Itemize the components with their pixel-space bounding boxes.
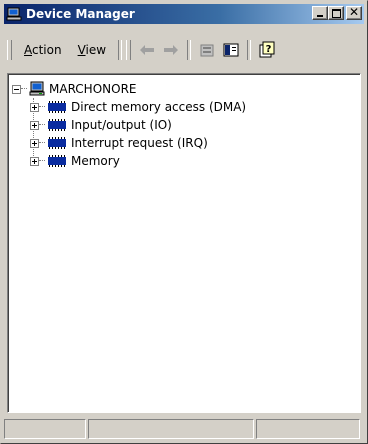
tree-dots [39,106,45,108]
computer-icon [29,81,45,96]
expand-toggle[interactable] [30,102,39,112]
properties-icon [200,44,214,57]
close-button[interactable]: ✕ [346,5,362,20]
tree-item-label: Direct memory access (DMA) [71,100,247,114]
svg-text:?: ? [266,44,272,55]
toolbar-separator-2 [187,40,192,60]
status-pane-1 [4,419,86,439]
expand-toggle[interactable] [30,156,39,166]
expand-toggle[interactable] [30,138,39,148]
device-tree: MARCHONORE Direct memory access (DMA) In… [12,80,246,170]
status-pane-2 [88,419,254,439]
menu-view-rest: iew [85,43,107,57]
toolbar-grip[interactable] [7,40,12,60]
tree-item-memory[interactable]: Memory [12,152,246,170]
toolbar-grip-2[interactable] [126,40,132,60]
window-title: Device Manager [26,7,135,21]
title-bar[interactable]: Device Manager ✕ [4,4,364,24]
toolbar-separator [118,40,123,60]
status-pane-3 [256,419,360,439]
menu-toolbar: Action View ? [4,37,364,63]
collapse-toggle[interactable] [12,84,21,94]
forward-button[interactable] [159,39,183,61]
help-button[interactable]: ? [255,39,279,61]
status-bar [4,419,364,441]
properties-button[interactable] [195,39,219,61]
close-icon: ✕ [348,5,360,19]
device-tree-pane[interactable]: MARCHONORE Direct memory access (DMA) In… [7,73,361,413]
tree-item-irq[interactable]: Interrupt request (IRQ) [12,134,246,152]
tree-item-label: Interrupt request (IRQ) [71,136,208,150]
memory-chip-icon [48,137,66,149]
memory-chip-icon [48,101,66,113]
tree-root-label: MARCHONORE [49,82,137,96]
tree-dots [39,124,45,126]
maximize-button[interactable] [328,6,344,20]
memory-chip-icon [48,155,66,167]
back-button[interactable] [135,39,159,61]
menu-view[interactable]: View [70,43,114,57]
forward-arrow-icon [164,45,179,55]
tree-item-dma[interactable]: Direct memory access (DMA) [12,98,246,116]
menu-action-rest: ction [32,43,62,57]
memory-chip-icon [48,119,66,131]
tree-dots [39,142,45,144]
computer-icon [6,7,22,21]
minimize-button[interactable] [312,6,328,20]
caption-buttons: ✕ [312,5,362,20]
toolbar-separator-3 [247,40,252,60]
menu-view-accel: V [77,43,86,57]
menu-action[interactable]: Action [16,43,70,57]
tree-dots [21,88,27,90]
menu-action-accel: A [24,43,32,57]
tree-dots [39,160,45,162]
maximize-icon [332,9,341,18]
console-tree-icon [223,43,239,57]
tree-item-label: Memory [71,154,120,168]
device-manager-window: Device Manager ✕ Action View ? MARCHONOR… [0,0,368,444]
show-hide-console-tree-button[interactable] [219,39,243,61]
minimize-icon [317,15,323,17]
back-arrow-icon [140,45,155,55]
expand-toggle[interactable] [30,120,39,130]
tree-item-label: Input/output (IO) [71,118,172,132]
tree-item-io[interactable]: Input/output (IO) [12,116,246,134]
tree-root-row[interactable]: MARCHONORE [12,80,246,98]
help-icon: ? [259,41,275,58]
